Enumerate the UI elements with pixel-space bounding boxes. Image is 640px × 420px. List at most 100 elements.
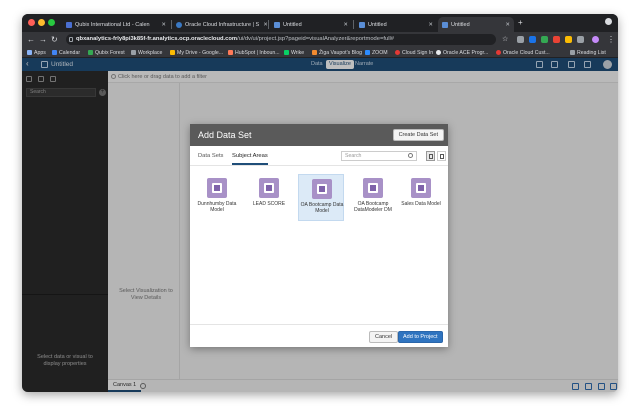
- close-tab-icon[interactable]: ✕: [339, 22, 348, 28]
- apps-grid-icon: [27, 50, 32, 55]
- close-tab-icon[interactable]: ✕: [424, 22, 433, 28]
- create-data-set-button[interactable]: Create Data Set: [392, 129, 444, 141]
- tab-title: Untitled: [283, 21, 302, 28]
- browser-tab[interactable]: Qubix International Ltd - Calen ✕: [62, 17, 170, 32]
- close-window-button[interactable]: [28, 19, 35, 26]
- bookmark-label: Apps: [34, 49, 46, 56]
- tab-subject-areas[interactable]: Subject Areas: [232, 153, 268, 165]
- browser-toolbar: ← → ↻ qbxanalytics-frly8pi3k85f-fr.analy…: [22, 32, 618, 47]
- bookmark-label: Cloud Sign In: [402, 49, 434, 56]
- bookmark-blog[interactable]: Žiga Vaupot's Blog: [312, 48, 362, 57]
- bookmark-apps[interactable]: Apps: [27, 48, 46, 57]
- extension-icon[interactable]: [565, 36, 572, 43]
- bookmark-hubspot[interactable]: HubSpot | Inboun...: [228, 48, 280, 57]
- bookmark-calendar[interactable]: Calendar: [52, 48, 80, 57]
- tab-title: Untitled: [368, 21, 387, 28]
- extension-icon[interactable]: [517, 36, 524, 43]
- back-arrow-icon[interactable]: ←: [27, 35, 35, 44]
- dialog-footer: Cancel Add to Project: [190, 324, 448, 347]
- search-placeholder: Search: [345, 153, 362, 159]
- bookmark-reading-list[interactable]: Reading List: [570, 48, 606, 57]
- tab-title: Qubix International Ltd - Calen: [75, 21, 150, 28]
- bookmark-workplace[interactable]: Workplace: [131, 48, 162, 57]
- add-data-set-dialog: Add Data Set Create Data Set Data Sets S…: [190, 124, 448, 347]
- subject-area-icon: [363, 178, 383, 198]
- chart-favicon-icon: [274, 21, 280, 28]
- oracle-icon: [395, 50, 400, 55]
- subject-area-item[interactable]: LEAD SCORE: [246, 174, 292, 221]
- tab-strip: Qubix International Ltd - Calen ✕ Oracle…: [22, 14, 618, 32]
- reload-icon[interactable]: ↻: [51, 35, 58, 44]
- bookmarks-bar: Apps Calendar Qubix Forest Workplace My …: [22, 47, 618, 58]
- list-icon: [440, 154, 444, 159]
- new-tab-button[interactable]: +: [518, 18, 523, 27]
- minimize-window-button[interactable]: [38, 19, 45, 26]
- subject-area-item[interactable]: Dunnhumby Data Model: [194, 174, 240, 221]
- workplace-icon: [131, 50, 136, 55]
- drive-icon: [170, 50, 175, 55]
- subject-area-icon: [312, 179, 332, 199]
- subject-area-item[interactable]: OA Bootcamp DataModeler DM: [350, 174, 396, 221]
- profile-avatar-icon[interactable]: [592, 36, 599, 43]
- extension-icon[interactable]: [541, 36, 548, 43]
- chart-favicon-icon: [442, 21, 448, 28]
- subject-area-item-selected[interactable]: OA Bootcamp Data Model: [298, 174, 344, 221]
- dialog-header: Add Data Set Create Data Set: [190, 124, 448, 146]
- subject-area-icon: [411, 178, 431, 198]
- list-view-button[interactable]: [437, 151, 446, 161]
- github-icon: [436, 50, 441, 55]
- bookmark-label: Workplace: [138, 49, 163, 56]
- browser-tab-active[interactable]: Untitled ✕: [438, 17, 514, 32]
- address-bar[interactable]: qbxanalytics-frly8pi3k85f-fr.analytics.o…: [66, 34, 496, 45]
- bookmark-wrike[interactable]: Wrike: [284, 48, 304, 57]
- url-host: qbxanalytics-frly8pi3k85f-fr.analytics.o…: [76, 36, 238, 42]
- extension-icon[interactable]: [553, 36, 560, 43]
- bookmark-cloud-sign-in[interactable]: Cloud Sign In: [395, 48, 433, 57]
- tab-separator: [353, 20, 354, 29]
- dialog-search-input[interactable]: Search: [341, 151, 417, 161]
- cloud-favicon-icon: [176, 21, 182, 28]
- subject-area-item[interactable]: Sales Data Model: [398, 174, 444, 221]
- tab-search-icon[interactable]: [605, 18, 612, 25]
- dialog-tabs: Data Sets Subject Areas Search: [190, 146, 448, 166]
- browser-tab[interactable]: Untitled ✕: [270, 17, 352, 32]
- menu-kebab-icon[interactable]: ⋮: [607, 35, 615, 44]
- tab-separator: [268, 20, 269, 29]
- extension-icon[interactable]: [529, 36, 536, 43]
- oracle-icon: [496, 50, 501, 55]
- bookmark-oracle-ace[interactable]: Oracle ACE Progr...: [436, 48, 488, 57]
- bookmark-label: Qubix Forest: [95, 49, 125, 56]
- tree-icon: [88, 50, 93, 55]
- bookmark-label: My Drive - Google...: [177, 49, 224, 56]
- close-tab-icon[interactable]: ✕: [157, 22, 166, 28]
- blog-icon: [312, 50, 317, 55]
- cancel-button[interactable]: Cancel: [369, 331, 399, 343]
- checkmark-icon: [284, 50, 289, 55]
- bookmark-label: Reading List: [577, 49, 606, 56]
- bookmark-label: Wrike: [291, 49, 305, 56]
- browser-window: Qubix International Ltd - Calen ✕ Oracle…: [22, 14, 618, 392]
- bookmark-label: Calendar: [59, 49, 81, 56]
- close-tab-icon[interactable]: ✕: [501, 22, 510, 28]
- add-to-project-button[interactable]: Add to Project: [398, 331, 443, 343]
- grid-view-button[interactable]: [426, 151, 435, 161]
- bookmark-my-drive[interactable]: My Drive - Google...: [170, 48, 223, 57]
- bookmark-qubix-forest[interactable]: Qubix Forest: [88, 48, 125, 57]
- close-tab-icon[interactable]: ✕: [259, 22, 267, 28]
- bookmark-oracle-cloud[interactable]: Oracle Cloud Cust...: [496, 48, 550, 57]
- subject-area-icon: [207, 178, 227, 198]
- bookmark-label: Oracle Cloud Cust...: [503, 49, 550, 56]
- star-icon[interactable]: ☆: [502, 35, 508, 44]
- browser-tab[interactable]: Oracle Cloud Infrastructure | S ✕: [172, 17, 267, 32]
- browser-tab[interactable]: Untitled ✕: [355, 17, 437, 32]
- tab-data-sets[interactable]: Data Sets: [198, 153, 223, 163]
- subject-area-icon: [259, 178, 279, 198]
- subject-area-grid: Dunnhumby Data Model LEAD SCORE OA Bootc…: [194, 174, 444, 234]
- maximize-window-button[interactable]: [48, 19, 55, 26]
- calendar-icon: [52, 50, 57, 55]
- bookmark-zoom[interactable]: ZOOM: [365, 48, 388, 57]
- puzzle-icon[interactable]: [577, 36, 584, 43]
- subject-area-label: LEAD SCORE: [252, 201, 286, 207]
- hubspot-icon: [228, 50, 233, 55]
- forward-arrow-icon[interactable]: →: [39, 35, 47, 44]
